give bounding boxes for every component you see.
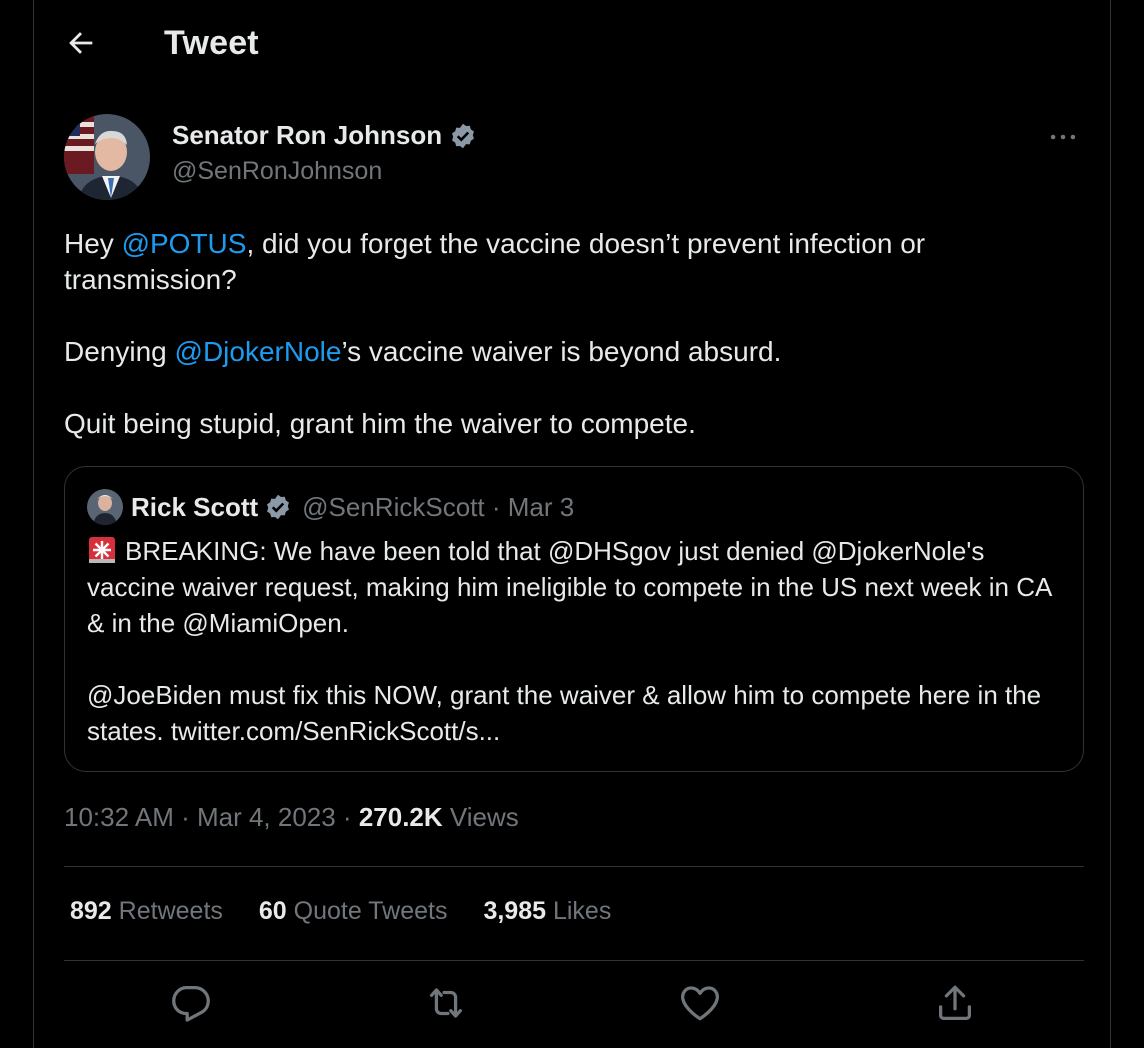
verified-badge-icon (264, 493, 292, 521)
author-avatar[interactable] (64, 114, 150, 200)
siren-emoji-icon (87, 535, 117, 565)
retweets-count: 892 (70, 897, 112, 925)
more-horizontal-icon[interactable] (1046, 120, 1080, 154)
author-name[interactable]: Senator Ron Johnson (172, 120, 477, 151)
reply-icon[interactable] (168, 980, 214, 1026)
tweet-column: Tweet Senator Ron Johnson @SenRonJohnson… (33, 0, 1111, 1048)
retweet-icon[interactable] (423, 980, 469, 1026)
tweet-text: Hey @POTUS, did you forget the vaccine d… (64, 226, 1074, 478)
heart-icon[interactable] (677, 980, 723, 1026)
author-name-text: Senator Ron Johnson (172, 120, 443, 150)
engagement-stats: 892 Retweets 60 Quote Tweets 3,985 Likes (70, 897, 647, 926)
tweet-text-segment: ’s vaccine waiver is beyond absurd. (341, 336, 782, 367)
views-label: Views (442, 802, 519, 832)
quoted-author-avatar (87, 489, 123, 525)
likes-label: Likes (552, 897, 612, 925)
header: Tweet (34, 0, 1110, 88)
tweet-paragraph-2: Denying @DjokerNole’s vaccine waiver is … (64, 334, 1074, 370)
divider (64, 866, 1084, 867)
quote-tweets-label: Quote Tweets (293, 897, 448, 925)
back-arrow-icon[interactable] (64, 26, 98, 60)
quoted-tweet-text: BREAKING: We have been told that @DHSgov… (87, 533, 1067, 785)
quoted-tweet-header: Rick Scott @SenRickScott · Mar 3 (87, 489, 574, 525)
quoted-author-handle-date: @SenRickScott · Mar 3 (302, 491, 575, 522)
tweet-meta: 10:32 AM · Mar 4, 2023 · 270.2K Views (64, 802, 519, 833)
retweets-label: Retweets (118, 897, 223, 925)
divider (64, 960, 1084, 961)
share-icon[interactable] (932, 980, 978, 1026)
tweet-paragraph-3: Quit being stupid, grant him the waiver … (64, 408, 696, 439)
page-title: Tweet (164, 24, 259, 62)
quote-tweets-stat[interactable]: 60 Quote Tweets (259, 897, 448, 926)
views-count: 270.2K (358, 802, 443, 832)
tweet-paragraph-1: Hey @POTUS, did you forget the vaccine d… (64, 226, 1074, 298)
quoted-tweet-card[interactable]: Rick Scott @SenRickScott · Mar 3 BREAKIN… (64, 466, 1084, 772)
tweet-text-segment: Denying (64, 336, 175, 367)
timestamp[interactable]: 10:32 AM · Mar 4, 2023 · (64, 802, 359, 832)
likes-stat[interactable]: 3,985 Likes (483, 897, 611, 926)
retweets-stat[interactable]: 892 Retweets (70, 897, 223, 926)
likes-count: 3,985 (483, 897, 547, 925)
mention-djokernole-link[interactable]: @DjokerNole (175, 336, 342, 367)
quoted-paragraph-1: BREAKING: We have been told that @DHSgov… (87, 533, 1067, 641)
author-handle[interactable]: @SenRonJohnson (172, 157, 382, 186)
quote-tweets-count: 60 (258, 897, 287, 925)
tweet-text-segment: Hey (64, 228, 122, 259)
mention-potus-link[interactable]: @POTUS (122, 228, 247, 259)
quoted-author-name: Rick Scott (131, 491, 259, 522)
quoted-paragraph-1-text: BREAKING: We have been told that @DHSgov… (87, 536, 1051, 638)
verified-badge-icon (449, 122, 477, 150)
quoted-paragraph-2: @JoeBiden must fix this NOW, grant the w… (87, 680, 1042, 746)
action-bar (34, 980, 1110, 1026)
